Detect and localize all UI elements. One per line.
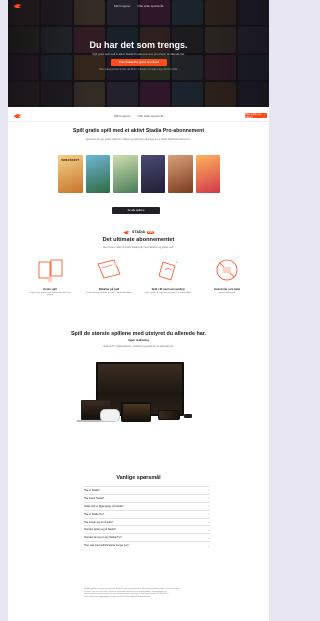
header-nav: Slik fungerer Ofte stilte spørsmål (8, 114, 269, 118)
legal-text: Tilbudet gjelder én gratis måned med Sta… (84, 588, 210, 598)
stadia-logo-icon (123, 230, 130, 234)
chevron-down-icon: ⌄ (207, 512, 210, 517)
free-games-icon (38, 259, 63, 283)
feature-desc: Spill i opptil 4K-oppløsning med 5.1 sur… (144, 292, 192, 294)
chevron-down-icon: ⌄ (207, 504, 210, 509)
phone-device (158, 410, 180, 420)
faq-question: Hva er Stadia Pro? (84, 512, 105, 516)
feature-desc: Legg til nye gratis spill i biblioteket … (29, 292, 71, 296)
pro-title: Det ultimate abonnementet (102, 237, 175, 243)
devices-badge: Ingen nedlasting (128, 339, 149, 342)
4k-surround-icon (158, 260, 179, 281)
pro-badge: PRO (147, 230, 155, 234)
chevron-down-icon: ⌄ (207, 543, 210, 548)
faq-question: Hvilke spill er tilgjengelige på Stadia? (84, 504, 124, 508)
feature-discounts: Rabatter på spill Få eksklusive rabatter… (85, 256, 133, 316)
pro-subtitle: Den beste måten å spille Stadia på, med … (103, 246, 174, 249)
game-cover[interactable] (85, 155, 110, 193)
hero-subtitle: Spill gratis spill med et aktivt Stadia … (92, 53, 185, 56)
hero-trial-button[interactable]: Prøv Stadia Pro gratis én måned (111, 59, 167, 66)
feature-free-games: Gratis spill Legg til nye gratis spill i… (26, 256, 74, 316)
brand-wordmark: STADIA (132, 230, 146, 234)
faq-item[interactable]: Hva er Stadia Pro? ⌄ (84, 509, 210, 518)
header-trial-button[interactable]: Prøv gratis i en måned (245, 113, 267, 119)
game-cover-title: WRECKFEST (61, 158, 80, 162)
no-commitment-icon (216, 259, 238, 281)
discount-tag-icon (97, 259, 121, 279)
games-subtitle: Gjør krav på nye gratis spill hver måned… (85, 138, 192, 141)
faq-item[interactable]: Hva koster Stadia? ⌄ (84, 493, 210, 502)
faq-question: Hva er Stadia? (84, 488, 100, 492)
faq-item[interactable]: Hva er Stadia? ⌄ (84, 486, 210, 494)
tablet-device (121, 402, 151, 422)
stadia-pro-logo: STADIA PRO (123, 229, 155, 235)
game-cover[interactable] (195, 155, 220, 193)
chevron-down-icon: ⌄ (207, 520, 210, 524)
phone-screen (159, 411, 179, 419)
chevron-down-icon: ⌄ (207, 527, 210, 532)
faq-question: Hva trenger jeg for å spille? (84, 520, 114, 524)
games-title: Spill gratis spill med et aktivt Stadia … (72, 128, 205, 134)
faq-question: Hvordan spiller jeg på Stadia? (84, 528, 116, 532)
feature-title: Rabatter på spill (98, 288, 120, 291)
hero-nav: Slik fungerer Ofte stilte spørsmål (8, 4, 269, 8)
nav-link-how[interactable]: Slik fungerer (114, 4, 131, 8)
faq-question: Hvordan kan jeg si opp Stadia Pro? (84, 536, 122, 540)
devices-title: Spill de største spillene med utstyret d… (70, 331, 207, 337)
feature-4k: Spill i 4K med surroundlyd Spill i oppti… (144, 256, 192, 316)
faq-item[interactable]: Hvor rask internettforbindelse trenger j… (84, 541, 210, 549)
faq-title: Vanlige spørsmål (116, 475, 161, 481)
feature-title: Gratis spill (43, 288, 57, 291)
faq-item[interactable]: Hvilke spill er tilgjengelige på Stadia?… (84, 501, 210, 510)
sticky-header: Slik fungerer Ofte stilte spørsmål Prøv … (8, 111, 269, 122)
stadia-controller (100, 409, 120, 422)
feature-desc: Få eksklusive rabatter på spill i Stadia… (85, 292, 133, 294)
game-cover[interactable] (168, 155, 193, 193)
faq-list: Hva er Stadia? ⌄ Hva koster Stadia? ⌄ Hvilke… (84, 486, 210, 549)
hero-section: Slik fungerer Ofte stilte spørsmål Du ha… (8, 0, 269, 107)
pro-features: Gratis spill Legg til nye gratis spill i… (26, 256, 251, 316)
feature-title: Avslutt når som helst (213, 288, 241, 291)
see-all-games-button[interactable]: Se alle spillene (112, 207, 160, 214)
feature-cancel: Avslutt når som helst Ingen bindingstid. (203, 256, 251, 316)
faq-question: Hvor rask internettforbindelse trenger j… (84, 544, 129, 548)
nav-link-faq[interactable]: Ofte stilte spørsmål (137, 4, 163, 8)
game-cover[interactable] (113, 155, 138, 193)
hero-title: Du har det som trengs. (89, 40, 188, 50)
chevron-down-icon: ⌄ (207, 496, 210, 501)
faq-item[interactable]: Hva trenger jeg for å spille? ⌄ (84, 517, 210, 526)
hero-topbar: Slik fungerer Ofte stilte spørsmål (8, 0, 269, 12)
legal-line: Gratis spill er kun tilgjengelige så len… (84, 595, 151, 598)
chromecast-device (184, 414, 192, 418)
game-cover[interactable]: WRECKFEST (58, 155, 83, 193)
chevron-down-icon: ⌄ (207, 535, 210, 540)
feature-title: Spill i 4K med surroundlyd (151, 288, 185, 291)
faq-item[interactable]: Hvordan kan jeg si opp Stadia Pro? ⌄ (84, 533, 210, 541)
game-cover[interactable] (140, 155, 165, 193)
game-covers-row: WRECKFEST (58, 155, 220, 193)
chevron-down-icon: ⌄ (207, 488, 210, 493)
faq-item[interactable]: Hvordan spiller jeg på Stadia? ⌄ (84, 525, 210, 533)
tablet-screen (122, 403, 150, 421)
faq-question: Hva koster Stadia? (84, 496, 105, 500)
nav-link-how[interactable]: Slik fungerer (114, 114, 131, 118)
nav-link-faq[interactable]: Ofte stilte spørsmål (137, 114, 163, 118)
stadia-pro-page: Slik fungerer Ofte stilte spørsmål Du ha… (8, 0, 269, 621)
feature-desc: Ingen bindingstid. (218, 292, 236, 294)
devices-subtitle: Spill på TV, datamaskiner, nettbrett og … (103, 345, 174, 348)
hero-price-note: Etter prøveperioden koster det 99 kr i m… (99, 69, 178, 71)
